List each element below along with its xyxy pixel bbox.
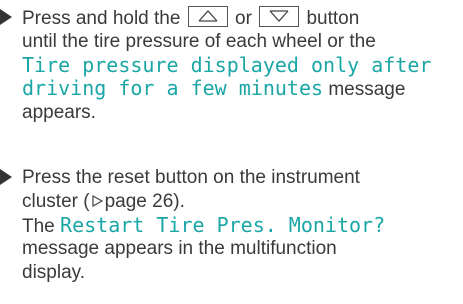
step2-line-1: Press the reset button on the instrument xyxy=(22,167,360,188)
step2-text-the: The xyxy=(22,215,55,237)
step2-text-cluster: cluster ( xyxy=(22,190,90,212)
step1-text-or: or xyxy=(235,8,252,29)
step1-line-2: until the tire pressure of each wheel or… xyxy=(22,30,376,52)
step1-text-b: button xyxy=(306,8,360,29)
step1-display-message-part1: Tire pressure displayed only after xyxy=(22,52,432,77)
step2-line-4: message appears in the multifunction xyxy=(22,238,337,260)
down-arrow-key-icon xyxy=(259,6,300,27)
page-reference-icon xyxy=(91,194,103,207)
step1-line-4: driving for a few minutes message xyxy=(22,76,460,101)
step1-display-message-part2: driving for a few minutes xyxy=(22,76,324,101)
page-reference-link[interactable]: page 26). xyxy=(105,191,185,212)
step1-line-5: appears. xyxy=(22,102,96,124)
step2-line-2: cluster ( page 26). xyxy=(22,190,460,214)
step2-display-message: Restart Tire Pres. Monitor? xyxy=(60,212,386,237)
step-bullet-arrow-icon xyxy=(0,169,12,185)
instruction-step-2: Press the reset button on the instrument… xyxy=(0,166,460,285)
step1-line-1: Press and hold the or button xyxy=(22,6,460,30)
step2-line-3: The Restart Tire Pres. Monitor? xyxy=(22,212,460,238)
instruction-step-1: Press and hold the or button until the t… xyxy=(0,6,460,125)
step1-text-a: Press and hold the xyxy=(22,8,181,29)
up-arrow-key-icon xyxy=(187,6,228,27)
step1-text-message: message xyxy=(328,79,406,101)
step-bullet-arrow-icon xyxy=(0,9,12,25)
step2-line-5: display. xyxy=(22,262,86,284)
